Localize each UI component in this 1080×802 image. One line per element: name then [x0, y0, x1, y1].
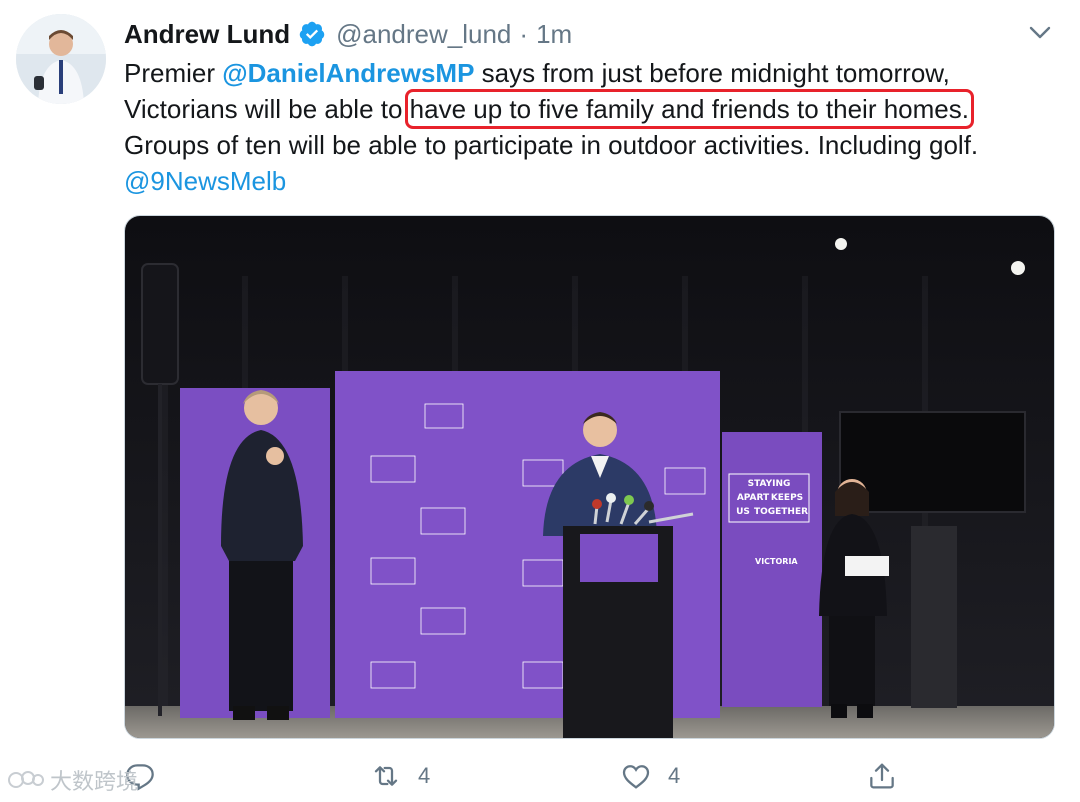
handle[interactable]: @andrew_lund — [336, 19, 511, 50]
tweet-header: Andrew Lund @andrew_lund · 1m — [124, 14, 572, 54]
heart-icon — [622, 765, 650, 789]
retweet-icon — [374, 766, 398, 786]
text-segment: Victorians will be able to — [124, 94, 410, 124]
tweet-media-photo[interactable]: STAYING APART KEEPS US TOGETHER VICTORIA — [124, 215, 1055, 739]
backdrop-word-5: TOGETHER — [754, 507, 808, 517]
tweet-line-1: Premier @DanielAndrewsMP says from just … — [124, 55, 1054, 91]
backdrop-word-3: KEEPS — [771, 493, 803, 503]
backdrop-word-1: STAYING — [748, 479, 791, 489]
display-name[interactable]: Andrew Lund — [124, 19, 290, 50]
verified-badge-icon — [299, 21, 325, 47]
avatar[interactable] — [16, 14, 106, 104]
like-count: 4 — [668, 763, 681, 788]
backdrop-word-2: APART — [737, 493, 770, 503]
watermark: 大数跨境 — [6, 764, 138, 796]
retweet-count: 4 — [418, 763, 431, 788]
backdrop-word-4: US — [736, 507, 750, 517]
text-segment: Premier — [124, 58, 223, 88]
mention-link-9newsmelb[interactable]: @9NewsMelb — [124, 163, 1054, 199]
share-icon — [870, 763, 894, 789]
mention-link-danielandrewsmp[interactable]: @DanielAndrewsMP — [222, 58, 474, 88]
tweet-actions: 4 4 — [124, 758, 1054, 798]
separator-dot: · — [519, 18, 529, 49]
text-segment: says from just before midnight tomorrow, — [474, 58, 950, 88]
tweet-line-3: Groups of ten will be able to participat… — [124, 130, 979, 160]
like-button[interactable]: 4 — [620, 758, 680, 794]
watermark-logo-icon — [8, 771, 44, 788]
chevron-down-icon[interactable] — [1025, 20, 1055, 46]
tweet-text: Premier @DanielAndrewsMP says from just … — [124, 55, 1054, 199]
highlighted-text: have up to five family and friends to th… — [404, 89, 974, 129]
press-conference-photo: STAYING APART KEEPS US TOGETHER VICTORIA — [125, 216, 1054, 738]
tweet-line-2: Victorians will be able to have up to fi… — [124, 89, 1054, 129]
share-button[interactable] — [866, 758, 898, 794]
avatar-photo — [16, 14, 106, 104]
backdrop-brand: VICTORIA — [755, 557, 798, 566]
watermark-text: 大数跨境 — [50, 769, 139, 794]
timestamp[interactable]: 1m — [536, 19, 572, 50]
retweet-button[interactable]: 4 — [370, 758, 430, 794]
